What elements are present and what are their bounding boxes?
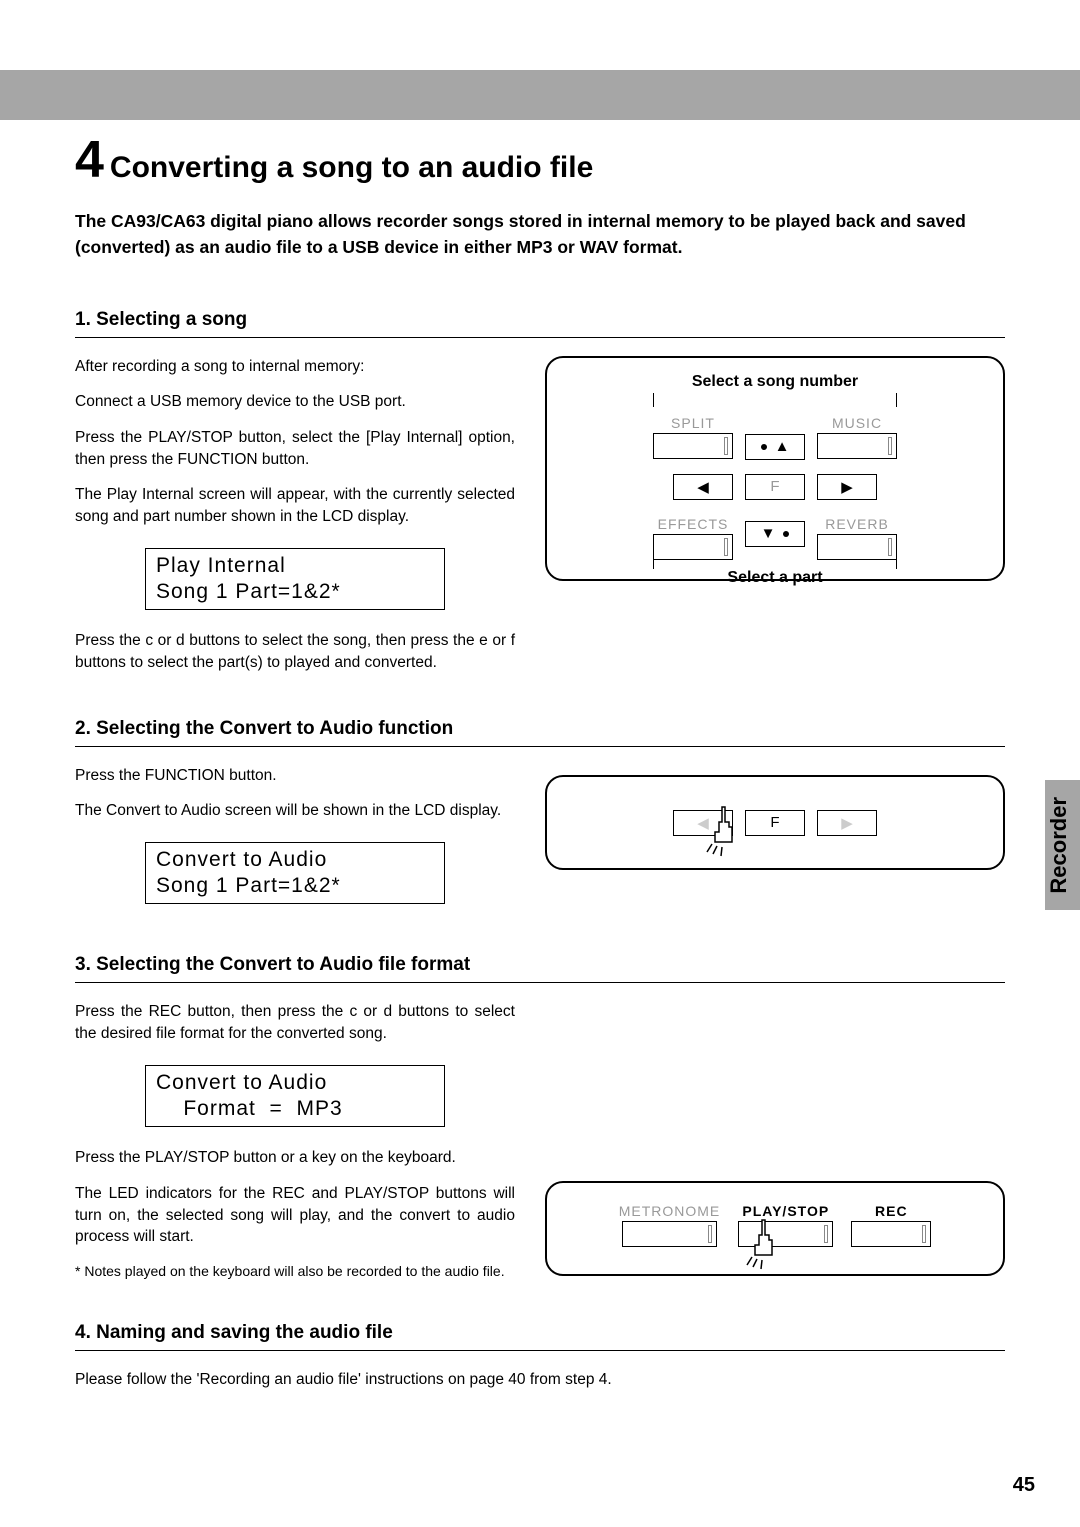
s2-p2: The Convert to Audio screen will be show… bbox=[75, 800, 515, 822]
label-metronome: METRONOME bbox=[619, 1203, 721, 1219]
page-title: 4 Converting a song to an audio file bbox=[75, 130, 1005, 190]
section-2-heading: 2. Selecting the Convert to Audio functi… bbox=[75, 718, 1005, 747]
left-button[interactable]: ◀ bbox=[673, 474, 733, 500]
lcd-line2: Song 1 Part=1&2* bbox=[156, 579, 434, 605]
callout-line bbox=[653, 393, 654, 407]
effects-button[interactable] bbox=[653, 534, 733, 560]
lcd-line2: Format = MP3 bbox=[156, 1096, 434, 1122]
music-button[interactable] bbox=[817, 433, 897, 459]
metronome-button[interactable] bbox=[622, 1221, 717, 1247]
label-select-part: Select a part bbox=[562, 569, 988, 587]
label-split: SPLIT bbox=[671, 415, 715, 431]
s1-p1: After recording a song to internal memor… bbox=[75, 356, 515, 378]
hand-pointer-icon bbox=[697, 802, 747, 857]
control-panel-diagram-2: ◀ F ▶ bbox=[545, 775, 1005, 870]
function-button[interactable]: F bbox=[745, 810, 805, 836]
page-content: 4 Converting a song to an audio file The… bbox=[75, 130, 1005, 1404]
lcd-line1: Convert to Audio bbox=[156, 1070, 434, 1096]
s1-p3: Press the PLAY/STOP button, select the [… bbox=[75, 427, 515, 470]
side-tab-label: Recorder bbox=[1046, 780, 1072, 910]
intro-paragraph: The CA93/CA63 digital piano allows recor… bbox=[75, 208, 1005, 261]
lcd-line1: Play Internal bbox=[156, 553, 434, 579]
title-text: Converting a song to an audio file bbox=[110, 151, 593, 185]
s3-p2: Press the PLAY/STOP button or a key on t… bbox=[75, 1147, 515, 1169]
s3-p3: The LED indicators for the REC and PLAY/… bbox=[75, 1183, 515, 1248]
header-gray-bar bbox=[0, 70, 1080, 120]
label-music: MUSIC bbox=[832, 415, 882, 431]
label-rec: REC bbox=[875, 1203, 908, 1219]
lcd-display-convert: Convert to Audio Song 1 Part=1&2* bbox=[145, 842, 445, 905]
lcd-display-play-internal: Play Internal Song 1 Part=1&2* bbox=[145, 548, 445, 611]
right-button[interactable]: ▶ bbox=[817, 474, 877, 500]
s1-p4: The Play Internal screen will appear, wi… bbox=[75, 484, 515, 527]
page-number: 45 bbox=[1013, 1474, 1035, 1497]
up-button[interactable]: ▲ bbox=[745, 434, 805, 460]
reverb-button[interactable] bbox=[817, 534, 897, 560]
s2-p1: Press the FUNCTION button. bbox=[75, 765, 515, 787]
split-button[interactable] bbox=[653, 433, 733, 459]
s3-p1: Press the REC button, then press the c o… bbox=[75, 1001, 515, 1044]
rec-button[interactable] bbox=[851, 1221, 931, 1247]
s3-note: * Notes played on the keyboard will also… bbox=[75, 1262, 515, 1282]
label-reverb: REVERB bbox=[825, 516, 889, 532]
label-select-song: Select a song number bbox=[562, 373, 988, 391]
lcd-line1: Convert to Audio bbox=[156, 847, 434, 873]
section-4-heading: 4. Naming and saving the audio file bbox=[75, 1322, 1005, 1351]
section-1-heading: 1. Selecting a song bbox=[75, 309, 1005, 338]
label-effects: EFFECTS bbox=[658, 516, 729, 532]
control-panel-diagram-3: METRONOME PLAY/STOP REC bbox=[545, 1181, 1005, 1276]
section-3-heading: 3. Selecting the Convert to Audio file f… bbox=[75, 954, 1005, 983]
s1-p2: Connect a USB memory device to the USB p… bbox=[75, 391, 515, 413]
function-button[interactable]: F bbox=[745, 474, 805, 500]
right-button-dim[interactable]: ▶ bbox=[817, 810, 877, 836]
s4-p1: Please follow the 'Recording an audio fi… bbox=[75, 1369, 1005, 1391]
control-panel-diagram-1: Select a song number SPLIT ▲ MUSIC bbox=[545, 356, 1005, 581]
callout-line bbox=[896, 393, 897, 407]
down-button[interactable]: ▼ bbox=[745, 521, 805, 547]
lcd-line2: Song 1 Part=1&2* bbox=[156, 873, 434, 899]
lcd-display-format: Convert to Audio Format = MP3 bbox=[145, 1065, 445, 1128]
s1-p5: Press the c or d buttons to select the s… bbox=[75, 630, 515, 673]
hand-pointer-icon bbox=[737, 1215, 787, 1270]
title-number: 4 bbox=[75, 130, 104, 190]
